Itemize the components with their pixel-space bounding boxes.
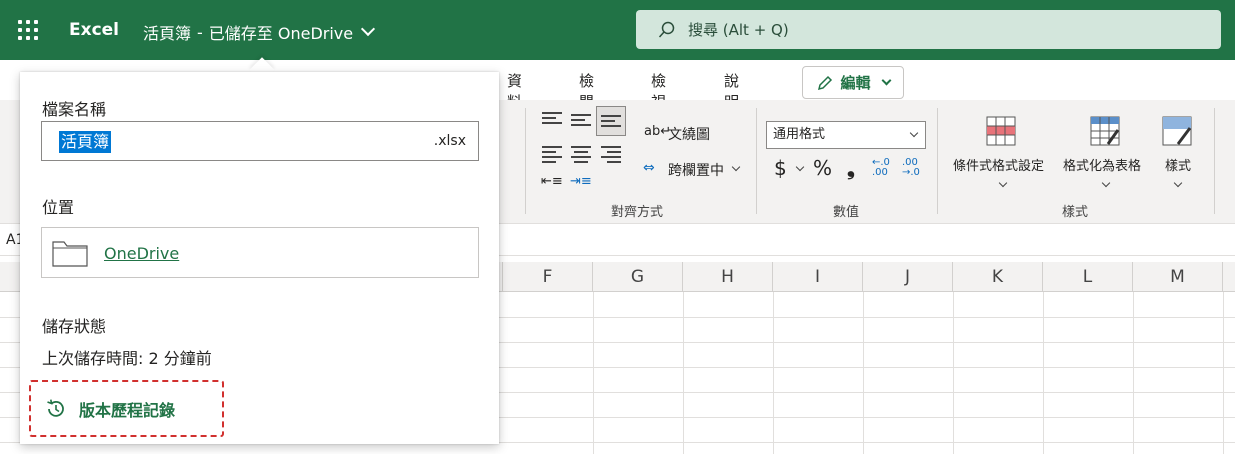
pencil-icon: [818, 75, 833, 90]
align-left-icon[interactable]: [542, 146, 562, 163]
filename-label: 檔案名稱: [42, 100, 107, 119]
folder-icon: [52, 241, 88, 267]
percent-button[interactable]: %: [813, 156, 832, 180]
column-line: [1133, 292, 1134, 454]
conditional-formatting-icon[interactable]: [986, 116, 1016, 146]
filename-input[interactable]: 活頁簿 .xlsx: [41, 121, 479, 161]
save-status-label: 儲存狀態: [42, 317, 107, 336]
title-bar: Excel 活頁簿 - 已儲存至 OneDrive 搜尋 (Alt + Q): [0, 0, 1235, 60]
location-label: 位置: [42, 198, 75, 217]
column-header-f[interactable]: F: [503, 262, 593, 292]
decrease-indent-icon[interactable]: ⇤≡: [541, 174, 563, 189]
column-line: [1223, 292, 1224, 454]
column-line: [683, 292, 684, 454]
column-header-partial: [1223, 262, 1235, 292]
column-line: [773, 292, 774, 454]
column-header-m[interactable]: M: [1133, 262, 1223, 292]
filename-value: 活頁簿: [59, 131, 112, 153]
wrap-text-button[interactable]: 文繞圖: [668, 124, 710, 144]
cell-styles-icon[interactable]: [1162, 116, 1192, 146]
cell-styles-button[interactable]: 樣式: [1165, 155, 1191, 174]
document-name: 活頁簿: [143, 24, 192, 43]
increase-decimal-button[interactable]: ←.0 .00: [872, 158, 894, 178]
document-title[interactable]: 活頁簿 - 已儲存至 OneDrive: [143, 20, 376, 44]
align-middle-icon[interactable]: [571, 114, 591, 130]
file-info-panel: 檔案名稱 活頁簿 .xlsx 位置 OneDrive 儲存狀態 上次儲存時間: …: [20, 72, 499, 444]
editing-mode-button[interactable]: 編輯: [802, 66, 904, 99]
ribbon-separator: [756, 108, 757, 214]
app-launcher-icon[interactable]: [18, 20, 38, 40]
number-group-label: 數值: [833, 205, 860, 220]
chevron-down-icon: [361, 21, 376, 37]
number-format-value: 通用格式: [773, 127, 826, 142]
last-saved-time: 上次儲存時間: 2 分鐘前: [42, 349, 212, 368]
decrease-decimal-button[interactable]: .00 →.0: [902, 158, 926, 178]
chevron-down-icon: [909, 128, 919, 138]
comma-style-button[interactable]: ❟: [847, 156, 855, 180]
ribbon-separator: [1214, 108, 1215, 214]
styles-group-label: 樣式: [1062, 205, 1089, 220]
number-format-select[interactable]: 通用格式: [766, 121, 926, 149]
version-history-label: 版本歷程記錄: [79, 400, 176, 420]
format-as-table-button[interactable]: 格式化為表格: [1063, 155, 1141, 174]
column-header-i[interactable]: I: [773, 262, 863, 292]
file-extension: .xlsx: [433, 133, 466, 149]
chevron-down-icon: [881, 75, 891, 86]
editing-mode-label: 編輯: [840, 74, 871, 92]
column-line: [953, 292, 954, 454]
align-right-icon[interactable]: [601, 146, 621, 163]
title-separator: -: [197, 22, 203, 42]
alignment-group-label: 對齊方式: [611, 205, 664, 220]
increase-indent-icon[interactable]: ⇥≡: [570, 174, 592, 189]
ribbon-separator: [525, 108, 526, 214]
save-status: 已儲存至 OneDrive: [208, 24, 354, 43]
align-bottom-icon: [601, 115, 621, 131]
column-line: [1043, 292, 1044, 454]
align-center-icon[interactable]: [571, 146, 591, 163]
search-placeholder: 搜尋 (Alt + Q): [688, 21, 789, 39]
column-header-h[interactable]: H: [683, 262, 773, 292]
search-box[interactable]: 搜尋 (Alt + Q): [636, 10, 1221, 49]
onedrive-link[interactable]: OneDrive: [104, 244, 179, 263]
merge-center-icon: ⇔: [643, 160, 655, 176]
align-top-icon[interactable]: [542, 112, 562, 128]
ribbon-separator: [937, 108, 938, 214]
location-box[interactable]: OneDrive: [41, 227, 479, 278]
search-icon: [658, 21, 675, 38]
column-line: [593, 292, 594, 454]
column-header-k[interactable]: K: [953, 262, 1043, 292]
version-history-button[interactable]: 版本歷程記錄: [29, 380, 224, 437]
format-as-table-icon[interactable]: [1090, 116, 1120, 146]
column-line: [863, 292, 864, 454]
app-name[interactable]: Excel: [69, 20, 119, 40]
column-header-j[interactable]: J: [863, 262, 953, 292]
merge-center-button[interactable]: 跨欄置中: [668, 160, 724, 180]
currency-button[interactable]: $: [774, 156, 787, 180]
column-header-l[interactable]: L: [1043, 262, 1133, 292]
column-header-g[interactable]: G: [593, 262, 683, 292]
conditional-formatting-button[interactable]: 條件式格式設定: [953, 155, 1044, 174]
history-icon: [47, 398, 64, 417]
